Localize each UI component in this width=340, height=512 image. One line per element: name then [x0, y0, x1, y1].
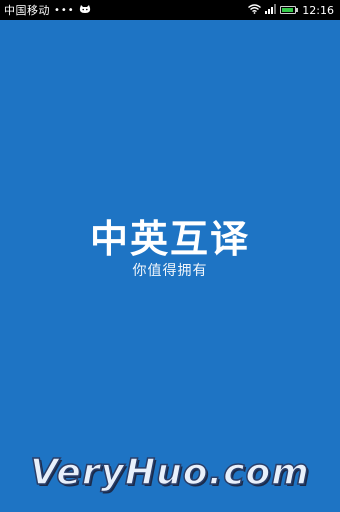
- signal-icon: [265, 3, 277, 17]
- clock: 12:16: [302, 3, 334, 17]
- wifi-icon: [248, 3, 262, 17]
- splash-screen: 中英互译 你值得拥有 VeryHuo.com: [0, 20, 340, 512]
- carrier-dots: •••: [54, 4, 75, 16]
- app-title: 中英互译: [89, 217, 250, 261]
- cat-icon: [79, 4, 91, 17]
- battery-body: [280, 6, 297, 14]
- status-bar: 中国移动 ••• 12:16: [0, 0, 340, 20]
- status-left: 中国移动 •••: [0, 2, 248, 18]
- status-right: 12:16: [248, 3, 340, 17]
- app-slogan: 你值得拥有: [132, 263, 208, 279]
- watermark: VeryHuo.com: [29, 451, 310, 494]
- app-screen: 中国移动 ••• 12:16 中英互译 你值得拥有 VeryHuo.com: [0, 0, 340, 512]
- battery-tip: [296, 8, 299, 12]
- battery-level: [282, 8, 294, 12]
- carrier-name: 中国移动: [4, 4, 50, 17]
- battery-icon: [280, 6, 299, 14]
